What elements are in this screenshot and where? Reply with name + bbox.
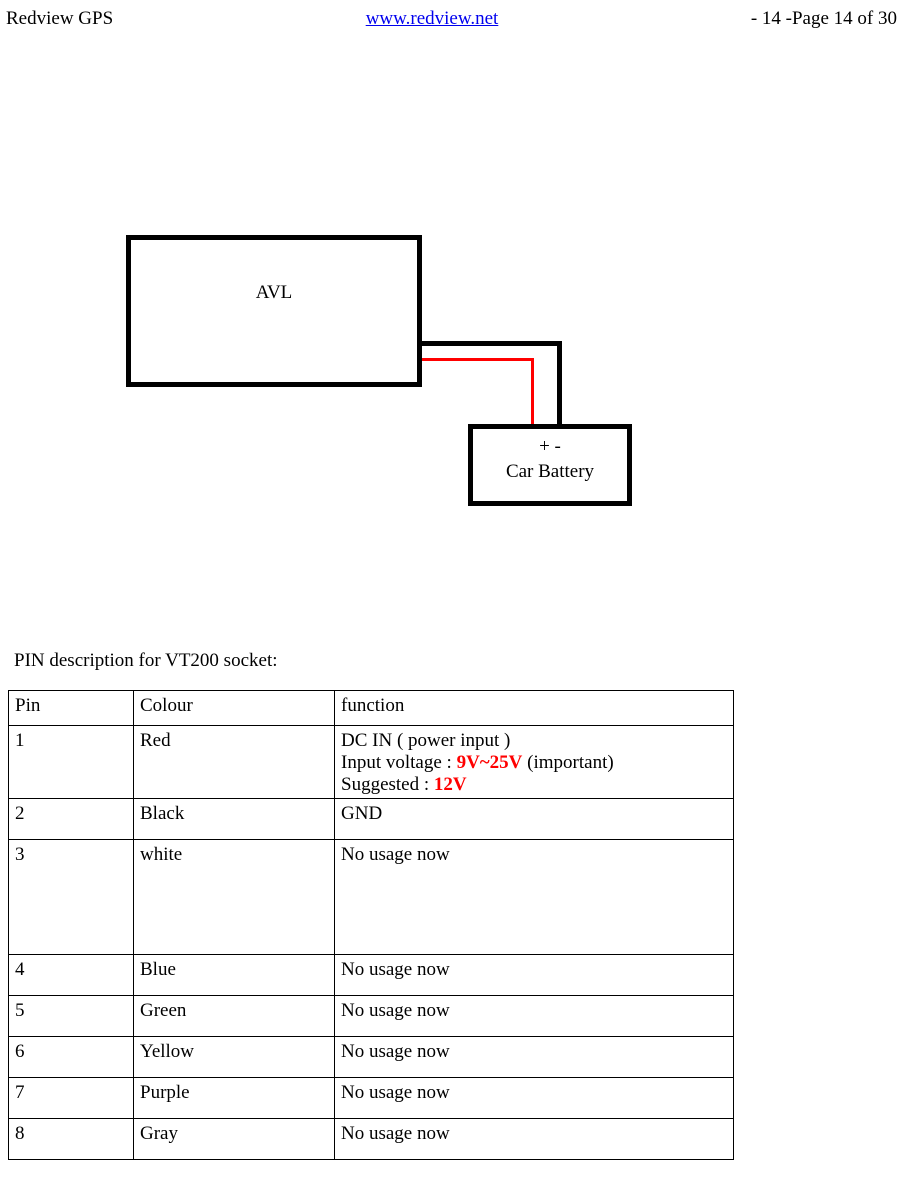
table-row: 3whiteNo usage now (9, 840, 734, 955)
cell-function: No usage now (335, 996, 734, 1037)
cell-pin: 3 (9, 840, 134, 955)
header-left: Redview GPS (6, 8, 113, 30)
cell-colour: Red (134, 726, 335, 799)
wire-red-v (531, 358, 534, 427)
battery-label: Car Battery (473, 460, 627, 485)
battery-polarity: + - (473, 435, 627, 460)
cell-pin: 1 (9, 726, 134, 799)
cell-colour: Gray (134, 1119, 335, 1160)
cell-colour: Yellow (134, 1037, 335, 1078)
pin-table: Pin Colour function 1RedDC IN ( power in… (8, 690, 734, 1160)
cell-colour: Green (134, 996, 335, 1037)
cell-function: No usage now (335, 955, 734, 996)
cell-pin: 5 (9, 996, 134, 1037)
cell-colour: Blue (134, 955, 335, 996)
voltage-suggested: 12V (434, 774, 467, 795)
table-caption: PIN description for VT200 socket: (0, 650, 903, 672)
cell-pin: 7 (9, 1078, 134, 1119)
th-pin: Pin (9, 691, 134, 726)
table-header-row: Pin Colour function (9, 691, 734, 726)
cell-function: No usage now (335, 1119, 734, 1160)
voltage-range: 9V~25V (457, 752, 523, 773)
table-row: 4BlueNo usage now (9, 955, 734, 996)
cell-function: No usage now (335, 1037, 734, 1078)
wiring-diagram: AVL + - Car Battery (0, 30, 903, 520)
cell-function: GND (335, 799, 734, 840)
page-header: Redview GPS www.redview.net - 14 -Page 1… (0, 0, 903, 30)
wire-black-h (422, 341, 562, 346)
th-colour: Colour (134, 691, 335, 726)
table-row: 7PurpleNo usage now (9, 1078, 734, 1119)
func-line: Input voltage : 9V~25V (important) (341, 752, 727, 774)
table-row: 6YellowNo usage now (9, 1037, 734, 1078)
avl-label: AVL (256, 282, 293, 304)
table-row: 2BlackGND (9, 799, 734, 840)
table-row: 1RedDC IN ( power input )Input voltage :… (9, 726, 734, 799)
th-function: function (335, 691, 734, 726)
func-line: Suggested : 12V (341, 774, 727, 796)
table-row: 5GreenNo usage now (9, 996, 734, 1037)
cell-colour: Black (134, 799, 335, 840)
cell-function: No usage now (335, 1078, 734, 1119)
cell-pin: 4 (9, 955, 134, 996)
avl-box: AVL (126, 235, 422, 387)
car-battery-box: + - Car Battery (468, 424, 632, 506)
func-line: DC IN ( power input ) (341, 730, 727, 752)
cell-function: No usage now (335, 840, 734, 955)
cell-pin: 8 (9, 1119, 134, 1160)
cell-pin: 2 (9, 799, 134, 840)
cell-colour: white (134, 840, 335, 955)
cell-pin: 6 (9, 1037, 134, 1078)
table-row: 8GrayNo usage now (9, 1119, 734, 1160)
wire-black-v (557, 341, 562, 427)
wire-red-h (422, 358, 534, 361)
cell-colour: Purple (134, 1078, 335, 1119)
header-link[interactable]: www.redview.net (366, 8, 499, 29)
header-right: - 14 -Page 14 of 30 (751, 8, 897, 30)
cell-function: DC IN ( power input )Input voltage : 9V~… (335, 726, 734, 799)
